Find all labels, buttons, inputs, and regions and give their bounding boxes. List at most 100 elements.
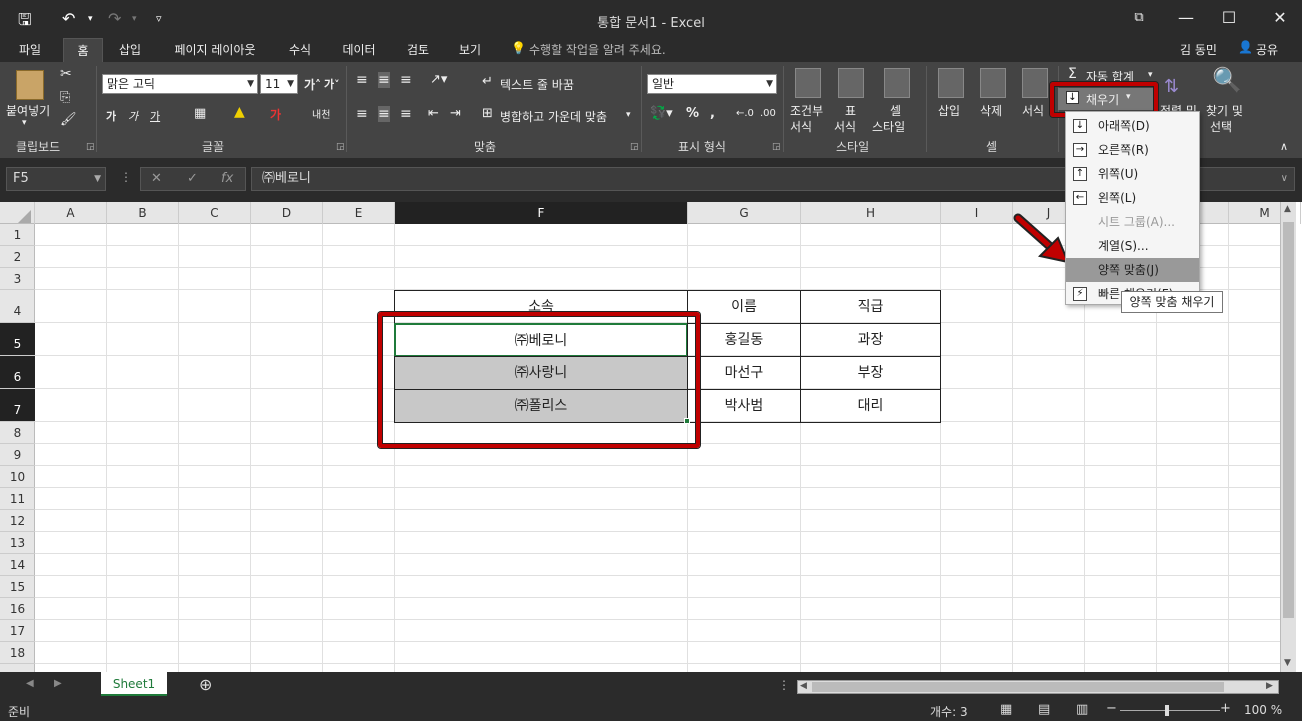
menu-item-fill-up[interactable]: ↑ 위쪽(U) (1066, 162, 1199, 186)
select-all-corner[interactable] (0, 202, 35, 224)
row-header-15[interactable]: 15 (0, 576, 35, 598)
col-header-e[interactable]: E (323, 202, 395, 224)
row-header-8[interactable]: 8 (0, 422, 35, 444)
italic-icon[interactable]: 가 (128, 108, 138, 124)
enter-icon[interactable]: ✓ (187, 168, 198, 190)
row-header-17[interactable]: 17 (0, 620, 35, 642)
cell-styles-icon[interactable] (884, 68, 910, 98)
format-table-label-2[interactable]: 서식 (834, 118, 856, 135)
col-header-h[interactable]: H (801, 202, 941, 224)
scroll-left-icon[interactable]: ◀ (800, 681, 807, 691)
find-select-icon[interactable]: 🔍 (1212, 66, 1242, 94)
find-select-label-1[interactable]: 찾기 및 (1206, 102, 1243, 119)
zoom-level[interactable]: 100 % (1244, 703, 1282, 717)
row-header-11[interactable]: 11 (0, 488, 35, 510)
phonetic-icon[interactable]: 내천 (312, 106, 330, 121)
grow-font-icon[interactable]: 가˄ (304, 76, 321, 93)
bold-icon[interactable]: 가 (106, 108, 116, 124)
page-break-view-icon[interactable]: ▥ (1076, 702, 1088, 717)
expand-formula-icon[interactable]: ∨ (1281, 168, 1288, 190)
paste-dropdown-icon[interactable]: ▾ (22, 118, 27, 128)
number-format-select[interactable]: 일반 ▼ (647, 74, 777, 94)
zoom-out-icon[interactable]: − (1106, 701, 1117, 716)
autosum-dropdown-icon[interactable]: ▾ (1148, 70, 1153, 80)
maximize-icon[interactable]: ☐ (1214, 6, 1244, 30)
format-cells-icon[interactable] (1022, 68, 1048, 98)
ribbon-display-icon[interactable]: ⧉ (1124, 6, 1154, 30)
col-header-c[interactable]: C (179, 202, 251, 224)
cell-styles-label-2[interactable]: 스타일 (872, 118, 905, 135)
font-name-select[interactable]: 맑은 고딕 ▼ (102, 74, 258, 94)
table-header-cell[interactable]: 이름 (687, 290, 801, 324)
tab-home[interactable]: 홈 (63, 38, 103, 62)
col-header-a[interactable]: A (35, 202, 107, 224)
format-table-label-1[interactable]: 표 (845, 102, 856, 119)
row-header-14[interactable]: 14 (0, 554, 35, 576)
wrap-text-button[interactable]: 텍스트 줄 바꿈 (500, 76, 574, 93)
horizontal-scrollbar[interactable]: ◀ ▶ (797, 680, 1279, 694)
table-cell[interactable]: 과장 (800, 323, 941, 357)
menu-item-fill-right[interactable]: → 오른쪽(R) (1066, 138, 1199, 162)
conditional-format-label-1[interactable]: 조건부 (790, 102, 823, 119)
wrap-text-icon[interactable]: ↵ (482, 74, 493, 89)
cell-styles-label-1[interactable]: 셀 (890, 102, 901, 119)
tab-view[interactable]: 보기 (450, 41, 490, 62)
menu-item-justify[interactable]: 양쪽 맞춤(J) (1066, 258, 1199, 282)
table-cell[interactable]: 홍길동 (687, 323, 801, 357)
merge-dropdown-icon[interactable]: ▾ (626, 110, 631, 120)
fill-color-icon[interactable]: ▲ (234, 104, 245, 120)
row-header-12[interactable]: 12 (0, 510, 35, 532)
col-header-b[interactable]: B (107, 202, 179, 224)
col-header-g[interactable]: G (688, 202, 801, 224)
tab-page-layout[interactable]: 페이지 레이아웃 (163, 41, 267, 62)
format-painter-icon[interactable]: 🖌 (60, 112, 77, 127)
row-header-7[interactable]: 7 (0, 389, 35, 422)
copy-icon[interactable]: ⎘ (60, 90, 70, 105)
row-header-1[interactable]: 1 (0, 224, 35, 246)
add-sheet-icon[interactable]: ⊕ (199, 675, 212, 694)
row-header-18[interactable]: 18 (0, 642, 35, 664)
border-icon[interactable]: ▦ (194, 106, 206, 121)
next-sheet-icon[interactable]: ▶ (54, 678, 62, 689)
share-button[interactable]: 공유 (1256, 41, 1278, 58)
scroll-up-icon[interactable]: ▲ (1284, 204, 1291, 214)
page-layout-view-icon[interactable]: ▤ (1038, 702, 1050, 717)
row-header-6[interactable]: 6 (0, 356, 35, 389)
cancel-icon[interactable]: ✕ (151, 168, 162, 190)
splitter-handle-icon[interactable]: ⋮ (778, 678, 790, 692)
merge-center-icon[interactable]: ⊞ (482, 106, 493, 121)
increase-decimal-icon[interactable]: ←.0 (736, 108, 754, 119)
table-cell[interactable]: 부장 (800, 356, 941, 390)
tab-file[interactable]: 파일 (8, 41, 52, 62)
row-header-13[interactable]: 13 (0, 532, 35, 554)
col-header-f[interactable]: F (395, 202, 688, 224)
row-header-9[interactable]: 9 (0, 444, 35, 466)
tab-formulas[interactable]: 수식 (280, 41, 320, 62)
scroll-down-icon[interactable]: ▼ (1284, 658, 1291, 668)
format-cells-button[interactable]: 서식 (1022, 102, 1044, 119)
user-name[interactable]: 김 동민 (1180, 41, 1217, 58)
decrease-indent-icon[interactable]: ⇤ (428, 106, 439, 121)
insert-cells-icon[interactable] (938, 68, 964, 98)
orientation-icon[interactable]: ↗▾ (430, 72, 447, 87)
format-table-icon[interactable] (838, 68, 864, 98)
close-icon[interactable]: ✕ (1265, 6, 1295, 30)
minimize-icon[interactable]: — (1171, 6, 1201, 30)
conditional-format-label-2[interactable]: 서식 (790, 118, 812, 135)
autosum-icon[interactable]: Σ (1068, 66, 1077, 82)
row-header-5[interactable]: 5 (0, 323, 35, 356)
row-header-4[interactable]: 4 (0, 290, 35, 323)
zoom-slider[interactable] (1120, 710, 1220, 711)
vertical-scroll-thumb[interactable] (1283, 222, 1294, 618)
font-launcher-icon[interactable]: ◲ (336, 142, 345, 152)
vertical-scrollbar[interactable]: ▲ ▼ (1280, 202, 1296, 672)
conditional-format-icon[interactable] (795, 68, 821, 98)
horizontal-scroll-thumb[interactable] (812, 682, 1224, 692)
number-launcher-icon[interactable]: ◲ (772, 142, 781, 152)
merge-center-button[interactable]: 병합하고 가운데 맞춤 (500, 108, 607, 125)
comma-icon[interactable]: , (710, 106, 715, 121)
align-middle-icon[interactable]: ≡ (378, 72, 390, 88)
prev-sheet-icon[interactable]: ◀ (26, 678, 34, 689)
table-header-cell[interactable]: 직급 (800, 290, 941, 324)
sheet-tab-sheet1[interactable]: Sheet1 (101, 672, 167, 696)
